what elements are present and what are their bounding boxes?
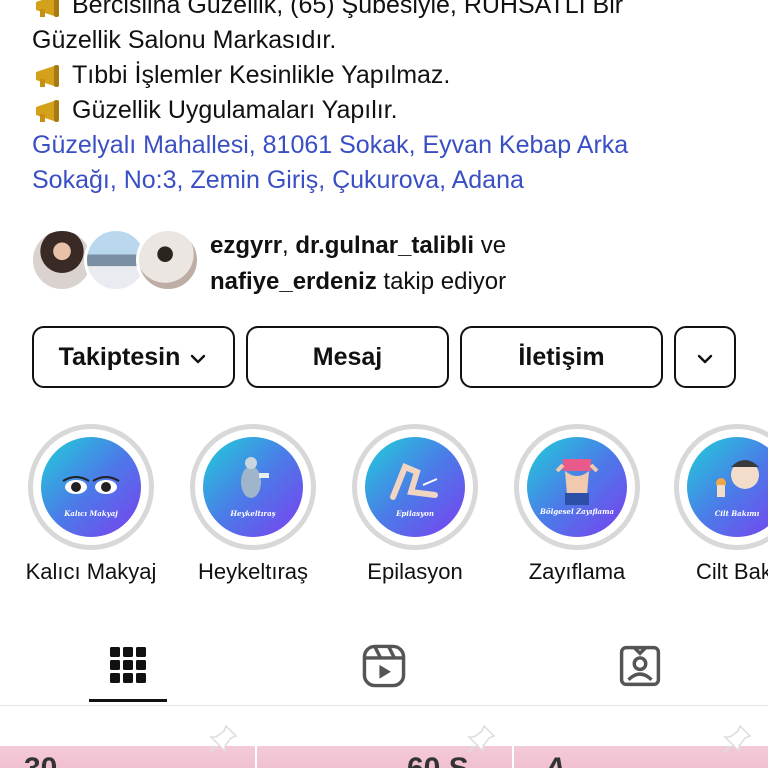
bio-text: Güzellik Uygulamaları Yapılır. bbox=[72, 96, 398, 124]
profile-actions: Takiptesin Mesaj İletişim bbox=[32, 326, 736, 388]
address-link[interactable]: Sokağı, No:3, Zemin Giriş, Çukurova, Ada… bbox=[32, 163, 752, 198]
following-button[interactable]: Takiptesin bbox=[32, 326, 235, 388]
highlight-cover-text: Heykeltıraş bbox=[230, 509, 276, 518]
followed-by[interactable]: ezgyrr, dr.gulnar_talibli ve nafiye_erde… bbox=[30, 228, 750, 298]
followed-by-text[interactable]: ezgyrr, dr.gulnar_talibli ve nafiye_erde… bbox=[210, 228, 506, 300]
bio-line: Güzellik Uygulamaları Yapılır. bbox=[32, 93, 752, 128]
post-text: 60 S bbox=[407, 752, 469, 768]
follower-username: ezgyrr bbox=[210, 232, 283, 259]
post-text: A bbox=[544, 752, 566, 768]
highlight-cover-text: Cilt Bakımı bbox=[714, 509, 760, 518]
highlight-ring: Bölgesel Zayıflama bbox=[514, 424, 640, 550]
highlight-cover: Cilt Bakımı bbox=[687, 437, 768, 537]
posts-grid: 30 60 S A bbox=[0, 718, 768, 768]
megaphone-icon bbox=[32, 0, 70, 20]
reels-icon bbox=[362, 644, 406, 688]
contact-label: İletişim bbox=[518, 342, 605, 371]
bio-line: Güzellik Salonu Markasıdır. bbox=[32, 23, 752, 58]
tab-tagged[interactable] bbox=[512, 630, 768, 702]
highlight-label: Epilasyon bbox=[367, 559, 463, 584]
highlight-cover: Bölgesel Zayıflama bbox=[527, 437, 627, 537]
bio-line: Tıbbi İşlemler Kesinlikle Yapılmaz. bbox=[32, 58, 752, 93]
avatar bbox=[136, 228, 200, 292]
bio-text: Güzellik Salonu Markasıdır. bbox=[32, 26, 337, 54]
highlight-label: Cilt Bakı bbox=[696, 559, 768, 584]
post-text: 30 bbox=[24, 752, 57, 768]
highlight-item[interactable]: Bölgesel Zayıflama Zayıflama bbox=[496, 424, 656, 594]
following-label: Takiptesin bbox=[58, 342, 181, 371]
follower-username: nafiye_erdeniz bbox=[210, 268, 377, 295]
pin-icon bbox=[467, 724, 496, 753]
grid-icon bbox=[110, 646, 146, 683]
tagged-icon bbox=[619, 645, 661, 687]
highlight-item[interactable]: Epilasyon Epilasyon bbox=[334, 424, 494, 594]
highlight-label: Kalıcı Makyaj bbox=[25, 559, 157, 584]
message-button[interactable]: Mesaj bbox=[246, 326, 449, 388]
profile-bio: Bercisiina Güzellik, (65) Şubesiyle, RUH… bbox=[32, 0, 752, 198]
story-highlights: Kalıcı Makyaj Kalıcı Makyaj Heykeltıraş … bbox=[0, 424, 768, 594]
highlight-cover-text: Bölgesel Zayıflama bbox=[539, 507, 615, 516]
highlight-cover: Epilasyon bbox=[365, 437, 465, 537]
highlight-label: Zayıflama bbox=[528, 559, 626, 584]
highlight-ring: Heykeltıraş bbox=[190, 424, 316, 550]
tab-reels[interactable] bbox=[256, 630, 512, 702]
bio-text: Bercisiina Güzellik, (65) Şubesiyle, RUH… bbox=[72, 0, 624, 19]
highlight-cover: Kalıcı Makyaj bbox=[41, 437, 141, 537]
highlight-ring: Cilt Bakımı bbox=[674, 424, 768, 550]
highlight-cover-text: Kalıcı Makyaj bbox=[64, 509, 118, 518]
pin-icon bbox=[209, 724, 238, 753]
bio-text: Tıbbi İşlemler Kesinlikle Yapılmaz. bbox=[72, 61, 451, 89]
megaphone-icon bbox=[32, 97, 70, 125]
tab-posts[interactable] bbox=[89, 630, 167, 702]
highlight-ring: Kalıcı Makyaj bbox=[28, 424, 154, 550]
followed-suffix: takip ediyor bbox=[376, 268, 507, 295]
follower-username: dr.gulnar_talibli bbox=[295, 232, 475, 259]
highlight-item[interactable]: Cilt Bakımı Cilt Bakı bbox=[656, 424, 768, 594]
address-link[interactable]: Güzelyalı Mahallesi, 81061 Sokak, Eyvan … bbox=[32, 128, 752, 163]
chevron-down-icon bbox=[188, 347, 208, 367]
highlight-item[interactable]: Kalıcı Makyaj Kalıcı Makyaj bbox=[10, 424, 170, 594]
contact-button[interactable]: İletişim bbox=[460, 326, 663, 388]
profile-tabs bbox=[0, 630, 768, 706]
message-label: Mesaj bbox=[312, 342, 383, 371]
chevron-down-icon bbox=[695, 347, 715, 367]
highlight-item[interactable]: Heykeltıraş Heykeltıraş bbox=[172, 424, 332, 594]
highlight-cover: Heykeltıraş bbox=[203, 437, 303, 537]
suggested-dropdown-button[interactable] bbox=[674, 326, 736, 388]
highlight-label: Heykeltıraş bbox=[197, 559, 309, 584]
highlight-cover-text: Epilasyon bbox=[396, 509, 434, 518]
separator: ve bbox=[474, 232, 507, 259]
follower-avatars[interactable] bbox=[30, 228, 200, 292]
highlight-ring: Epilasyon bbox=[352, 424, 478, 550]
megaphone-icon bbox=[32, 62, 70, 90]
pin-icon bbox=[723, 724, 752, 753]
separator: , bbox=[282, 232, 296, 259]
bio-line: Bercisiina Güzellik, (65) Şubesiyle, RUH… bbox=[32, 0, 752, 23]
